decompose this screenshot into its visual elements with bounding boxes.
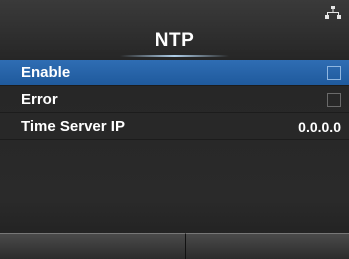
title-underline — [120, 55, 229, 57]
network-icon — [325, 6, 341, 19]
header: NTP — [0, 0, 349, 58]
setting-label: Enable — [21, 64, 71, 81]
setting-row-error[interactable]: Error — [0, 87, 349, 113]
setting-row-time-server-ip[interactable]: Time Server IP 0.0.0.0 — [0, 114, 349, 140]
setting-row-enable[interactable]: Enable — [0, 60, 349, 86]
right-softkey[interactable] — [186, 233, 349, 259]
printer-screen: NTP Enable Error Time Server IP 0.0.0.0 — [0, 0, 349, 259]
softkey-bar — [0, 233, 349, 259]
setting-label: Time Server IP — [21, 118, 125, 135]
enable-checkbox[interactable] — [327, 66, 341, 80]
left-softkey[interactable] — [0, 233, 186, 259]
page-title: NTP — [154, 30, 195, 51]
time-server-ip-value: 0.0.0.0 — [298, 118, 341, 135]
setting-label: Error — [21, 91, 58, 108]
error-checkbox[interactable] — [327, 93, 341, 107]
